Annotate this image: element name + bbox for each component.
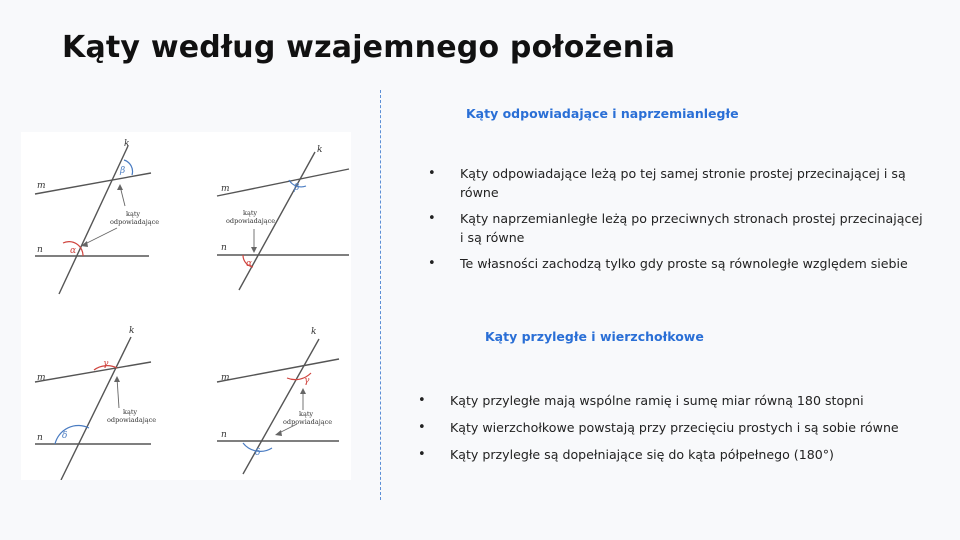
caption-odpowiadajace-1: odpowiadające	[110, 218, 159, 226]
label-m-3: m	[37, 373, 46, 383]
label-k-3: k	[129, 326, 134, 336]
angle-beta-arc-1	[123, 159, 134, 176]
section1-bullet-3: Te własności zachodzą tylko gdy proste s…	[428, 254, 928, 273]
greek-delta-3: δ	[62, 431, 67, 441]
label-n-3: n	[37, 433, 43, 443]
label-k-4: k	[311, 327, 316, 337]
section2-heading: Kąty przyległe i wierzchołkowe	[485, 329, 704, 344]
section1-bullet-2: Kąty naprzemianległe leżą po przeciwnych…	[428, 209, 928, 247]
arrowhead-1a	[117, 184, 123, 190]
column-divider	[380, 90, 381, 500]
line-m-1	[34, 172, 152, 195]
greek-beta-1: β	[119, 166, 125, 176]
caption-arrow-3	[116, 377, 120, 409]
slide-title: Kąty według wzajemnego położenia	[62, 30, 676, 65]
angles-diagram: k m n k m n k m n k m n β α β α γ δ γ δ …	[34, 139, 350, 480]
caption-katy-4: kąty	[299, 410, 313, 418]
caption-katy-1: kąty	[126, 210, 140, 218]
line-m-2	[216, 168, 350, 197]
section1-bullet-list: Kąty odpowiadające leżą po tej samej str…	[428, 164, 928, 273]
greek-delta-4: δ	[255, 448, 260, 458]
label-n-2: n	[221, 243, 227, 253]
caption-odpowiadajace-4: odpowiadające	[283, 418, 332, 426]
label-n-1: n	[37, 245, 43, 255]
label-m-2: m	[221, 184, 230, 194]
greek-beta-2: β	[293, 183, 299, 193]
angles-figure: k m n k m n k m n k m n β α β α γ δ γ δ …	[21, 132, 351, 480]
caption-odpowiadajace-2: odpowiadające	[226, 217, 275, 225]
arrowhead-4b	[275, 430, 282, 436]
section2-bullet-1: Kąty przyległe mają wspólne ramię i sumę…	[418, 391, 938, 410]
line-m-3	[34, 361, 152, 383]
arrowhead-3	[114, 376, 120, 382]
greek-gamma-3: γ	[103, 359, 109, 369]
arrowhead-4a	[300, 388, 306, 394]
label-m-1: m	[37, 181, 46, 191]
label-k-1: k	[124, 139, 129, 149]
label-n-4: n	[221, 430, 227, 440]
section2-bullet-3: Kąty przyległe są dopełniające się do ką…	[418, 445, 938, 464]
caption-katy-2: kąty	[243, 209, 257, 217]
caption-odpowiadajace-3: odpowiadające	[107, 416, 156, 424]
transversal-k-3	[60, 336, 132, 480]
arrowhead-2	[251, 247, 257, 253]
line-m-4	[216, 358, 340, 383]
section2-bullet-list: Kąty przyległe mają wspólne ramię i sumę…	[418, 391, 938, 464]
label-m-4: m	[221, 373, 230, 383]
section1-heading: Kąty odpowiadające i naprzemianległe	[466, 106, 739, 121]
section1-bullet-1: Kąty odpowiadające leżą po tej samej str…	[428, 164, 928, 202]
greek-alpha-1: α	[70, 246, 76, 256]
label-k-2: k	[317, 145, 322, 155]
section2-bullet-2: Kąty wierzchołkowe powstają przy przecię…	[418, 418, 938, 437]
greek-gamma-4: γ	[304, 376, 310, 386]
greek-alpha-2: α	[246, 259, 252, 269]
caption-katy-3: kąty	[123, 408, 137, 416]
